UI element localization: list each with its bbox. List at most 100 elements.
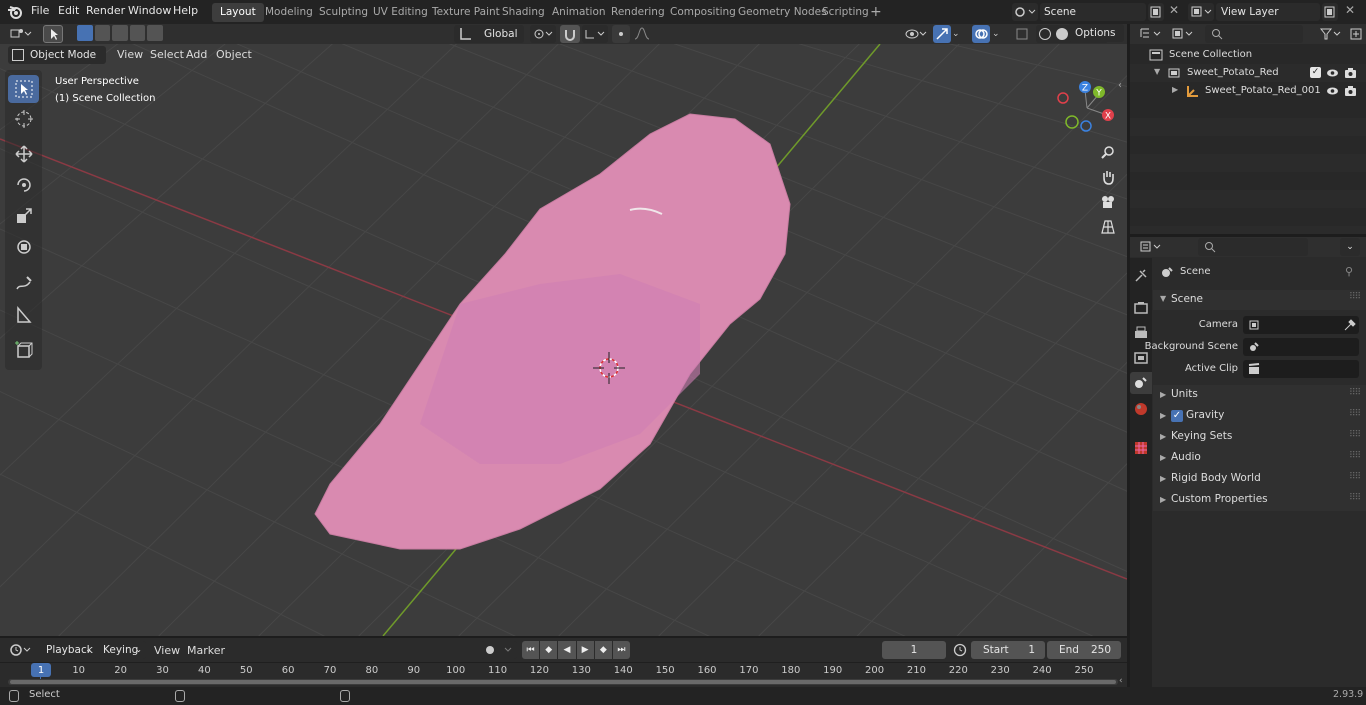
expand-arrow-icon[interactable]: ▶ (1160, 411, 1166, 420)
keying-dropdown[interactable]: Keying ⌄ (98, 641, 146, 659)
overlays-dropdown-icon[interactable]: ⌄ (992, 25, 1006, 43)
snap-toggle-icon[interactable] (560, 25, 580, 43)
add-workspace-icon[interactable]: + (870, 5, 882, 19)
viewport-menu-select[interactable]: Select (150, 48, 184, 61)
start-frame-field[interactable]: Start 1 (971, 641, 1045, 659)
expand-arrow-icon[interactable]: ▶ (1160, 432, 1166, 441)
prev-keyframe-icon[interactable]: ◆ (540, 641, 558, 659)
delete-scene-icon[interactable]: ✕ (1166, 3, 1182, 21)
select-subtract-icon[interactable] (112, 25, 128, 41)
timeline-scrollbar[interactable] (8, 679, 1118, 685)
options-dropdown[interactable]: Options (1068, 24, 1124, 42)
drag-handle-icon[interactable]: ⠿⠿ (1349, 472, 1361, 482)
select-intersect-icon[interactable] (147, 25, 163, 41)
eyedropper-icon[interactable] (1343, 318, 1357, 332)
add-cube-tool-icon[interactable] (8, 336, 39, 364)
navigation-gizmo[interactable]: X Y Z (1055, 80, 1119, 136)
perspective-toggle-icon[interactable] (1097, 216, 1119, 238)
play-reverse-icon[interactable]: ◀ (558, 641, 576, 659)
panel-custom-properties[interactable]: ▶ Custom Properties ⠿⠿ (1153, 490, 1366, 511)
overlays-toggle-icon[interactable] (972, 25, 990, 43)
tab-layout[interactable]: Layout (212, 3, 264, 22)
jump-start-icon[interactable]: ⏮ (522, 641, 540, 659)
menu-file[interactable]: File (31, 0, 49, 24)
properties-editor-type-icon[interactable] (1138, 239, 1164, 255)
view-layer-field[interactable]: View Layer (1216, 3, 1320, 21)
new-scene-icon[interactable] (1148, 3, 1164, 21)
section-collapse-icon[interactable]: ▼ (1160, 294, 1166, 303)
render-camera-icon[interactable] (1344, 67, 1357, 79)
proportional-edit-icon[interactable] (612, 25, 630, 43)
snap-target-icon[interactable] (582, 25, 608, 43)
panel-keying-sets[interactable]: ▶ Keying Sets ⠿⠿ (1153, 427, 1366, 448)
menu-render[interactable]: Render (86, 0, 125, 24)
world-tab-icon[interactable] (1133, 401, 1149, 417)
proportional-falloff-icon[interactable] (632, 25, 658, 43)
timeline-sidebar-toggle-icon[interactable]: ‹ (1119, 676, 1127, 686)
render-tab-icon[interactable] (1133, 300, 1149, 316)
drag-handle-icon[interactable]: ⠿⠿ (1349, 388, 1361, 398)
next-keyframe-icon[interactable]: ◆ (594, 641, 612, 659)
drag-handle-icon[interactable]: ⠿⠿ (1349, 493, 1361, 503)
drag-handle-icon[interactable]: ⠿⠿ (1349, 430, 1361, 440)
panel-audio[interactable]: ▶ Audio ⠿⠿ (1153, 448, 1366, 469)
play-icon[interactable]: ▶ (576, 641, 594, 659)
outliner-editor-type-icon[interactable] (1138, 26, 1164, 42)
gravity-checkbox[interactable]: ✓ (1171, 410, 1183, 422)
new-view-layer-icon[interactable] (1322, 3, 1338, 21)
select-invert-icon[interactable] (129, 25, 146, 41)
move-tool-icon[interactable] (8, 140, 39, 168)
visibility-eye-icon[interactable] (1326, 85, 1339, 97)
wireframe-shading-icon[interactable] (1038, 28, 1051, 40)
pin-icon[interactable]: ⚲ (1345, 265, 1359, 279)
scene-name-field[interactable]: Scene (1040, 3, 1146, 21)
solid-shading-icon[interactable] (1055, 28, 1068, 40)
timeline-menu-view[interactable]: View (154, 644, 180, 657)
properties-search-field[interactable] (1198, 238, 1308, 256)
editor-type-icon[interactable] (8, 25, 34, 43)
timeline-editor-type-icon[interactable] (8, 641, 34, 659)
expand-arrow-icon[interactable]: ▶ (1160, 474, 1166, 483)
viewport-menu-add[interactable]: Add (186, 48, 207, 61)
menu-edit[interactable]: Edit (58, 0, 79, 24)
annotate-tool-icon[interactable] (8, 270, 39, 298)
zoom-icon[interactable] (1097, 141, 1119, 163)
display-mode-icon[interactable] (1170, 26, 1196, 42)
expand-arrow-icon[interactable]: ▶ (1160, 390, 1166, 399)
properties-options-icon[interactable]: ⌄ (1340, 238, 1360, 256)
texture-tab-icon[interactable] (1133, 440, 1149, 456)
drag-handle-icon[interactable]: ⠿⠿ (1349, 409, 1361, 419)
expand-arrow-icon[interactable]: ▶ (1172, 85, 1178, 94)
timeline-scrollbar-thumb[interactable] (10, 680, 1116, 684)
scene-selector-icon[interactable] (1012, 3, 1038, 21)
exclude-checkbox[interactable]: ✓ (1310, 67, 1321, 78)
pivot-point-icon[interactable] (530, 25, 556, 43)
playback-dropdown[interactable]: Playback ⌄ (40, 641, 96, 659)
active-clip-field[interactable] (1243, 360, 1359, 378)
outliner-row-scene-collection[interactable]: Scene Collection (1130, 46, 1366, 64)
auto-keying-toggle[interactable] (481, 641, 517, 659)
view-layer-tab-icon[interactable] (1133, 350, 1149, 366)
new-collection-icon[interactable] (1348, 26, 1364, 42)
view-layer-selector-icon[interactable] (1188, 3, 1214, 21)
select-extend-icon[interactable] (94, 25, 111, 41)
3d-viewport[interactable] (0, 44, 1127, 636)
panel-gravity[interactable]: ▶ ✓ Gravity ⠿⠿ (1153, 406, 1366, 427)
end-frame-field[interactable]: End 250 (1047, 641, 1121, 659)
timeline-menu-marker[interactable]: Marker (187, 644, 225, 657)
outliner-search-field[interactable] (1205, 25, 1303, 43)
current-frame-field[interactable]: 1 (882, 641, 946, 659)
blender-logo-icon[interactable] (7, 4, 23, 20)
expand-arrow-icon[interactable]: ▶ (1160, 453, 1166, 462)
jump-end-icon[interactable]: ⏭ (612, 641, 631, 659)
panel-rigid-body-world[interactable]: ▶ Rigid Body World ⠿⠿ (1153, 469, 1366, 490)
scene-tab-icon[interactable] (1130, 372, 1152, 394)
render-camera-icon[interactable] (1344, 85, 1357, 97)
output-tab-icon[interactable] (1133, 325, 1149, 341)
filter-icon[interactable] (1318, 26, 1344, 42)
tab-scripting[interactable]: Scripting (814, 3, 877, 22)
viewport-menu-object[interactable]: Object (216, 48, 252, 61)
drag-handle-icon[interactable]: ⠿⠿ (1349, 451, 1361, 461)
outliner-row-object[interactable]: ▶ Sweet_Potato_Red_001 (1130, 82, 1366, 100)
visibility-selector-icon[interactable] (903, 25, 929, 43)
